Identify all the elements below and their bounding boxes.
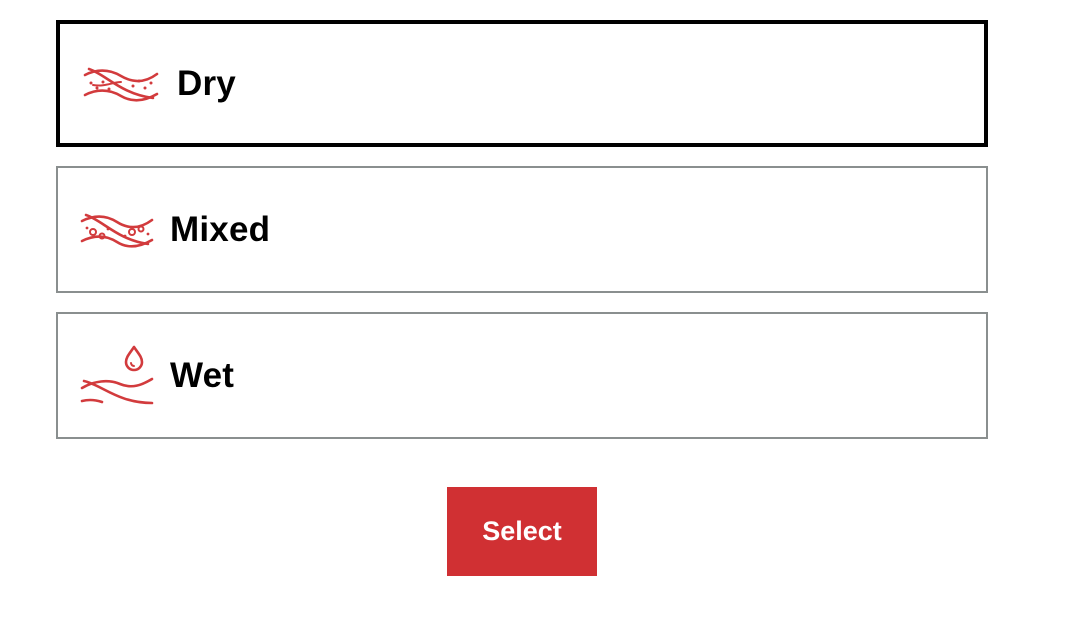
option-wet[interactable]: Wet — [56, 312, 988, 439]
wet-skin-icon — [80, 343, 154, 409]
option-dry[interactable]: Dry — [56, 20, 988, 147]
dry-skin-icon — [83, 64, 159, 104]
select-button[interactable]: Select — [447, 487, 597, 576]
option-label: Mixed — [170, 210, 271, 249]
option-label: Dry — [177, 64, 236, 103]
mixed-skin-icon — [80, 210, 154, 250]
option-mixed[interactable]: Mixed — [56, 166, 988, 293]
option-label: Wet — [170, 356, 235, 395]
